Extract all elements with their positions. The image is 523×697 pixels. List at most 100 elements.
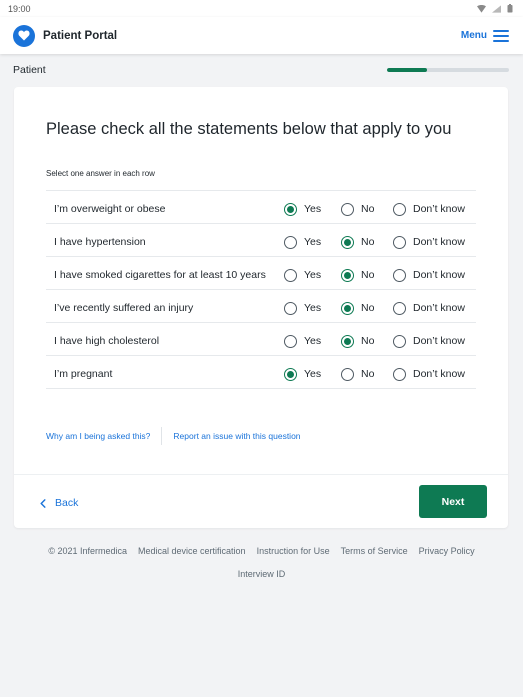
question-row: I’ve recently suffered an injury Yes No Don…: [46, 290, 476, 323]
footer-link[interactable]: Medical device certification: [138, 546, 246, 556]
option-label: Yes: [304, 269, 322, 281]
back-label: Back: [55, 497, 79, 509]
option-yes[interactable]: Yes: [284, 201, 341, 218]
row-options: Yes No Don’t know: [280, 267, 465, 284]
row-label: I’ve recently suffered an injury: [54, 302, 194, 314]
copyright: © 2021 Infermedica: [48, 546, 128, 556]
option-yes[interactable]: Yes: [284, 300, 341, 317]
option-no[interactable]: No: [341, 300, 393, 317]
radio-button[interactable]: [393, 302, 406, 315]
progress-bar: [387, 68, 509, 72]
radio-button[interactable]: [284, 302, 297, 315]
question-row: I have smoked cigarettes for at least 10…: [46, 257, 476, 290]
option-label: No: [361, 236, 375, 248]
option-label: Yes: [304, 302, 322, 314]
option-label: Don’t know: [413, 335, 465, 347]
option-dontknow[interactable]: Don’t know: [393, 333, 465, 350]
option-label: Don’t know: [413, 203, 465, 215]
row-options: Yes No Don’t know: [280, 366, 465, 383]
radio-button[interactable]: [393, 236, 406, 249]
next-button[interactable]: Next: [419, 485, 487, 518]
brand[interactable]: Patient Portal: [13, 24, 118, 47]
option-label: Yes: [304, 236, 322, 248]
row-label: I have hypertension: [54, 236, 146, 248]
footer-link[interactable]: Instruction for Use: [257, 546, 330, 556]
option-label: No: [361, 335, 375, 347]
option-label: Don’t know: [413, 236, 465, 248]
row-label: I have high cholesterol: [54, 335, 160, 347]
radio-button[interactable]: [284, 236, 297, 249]
radio-button[interactable]: [393, 335, 406, 348]
page-footer: © 2021 Infermedica Medical device certif…: [0, 546, 523, 579]
radio-button[interactable]: [284, 335, 297, 348]
option-yes[interactable]: Yes: [284, 333, 341, 350]
radio-button[interactable]: [341, 368, 354, 381]
heart-logo-icon: [13, 24, 35, 47]
row-options: Yes No Don’t know: [280, 201, 465, 218]
app-header: Patient Portal Menu: [0, 17, 523, 54]
wifi-icon: [477, 4, 486, 13]
radio-button[interactable]: [341, 302, 354, 315]
row-options: Yes No Don’t know: [280, 234, 465, 251]
radio-button[interactable]: [284, 203, 297, 216]
option-dontknow[interactable]: Don’t know: [393, 366, 465, 383]
option-yes[interactable]: Yes: [284, 366, 341, 383]
radio-button[interactable]: [393, 203, 406, 216]
option-label: Yes: [304, 368, 322, 380]
option-no[interactable]: No: [341, 366, 393, 383]
option-label: No: [361, 269, 375, 281]
brand-name: Patient Portal: [43, 29, 118, 42]
radio-button[interactable]: [284, 269, 297, 282]
radio-button[interactable]: [284, 368, 297, 381]
row-label: I have smoked cigarettes for at least 10…: [54, 269, 266, 281]
option-label: Yes: [304, 203, 322, 215]
progress-fill: [387, 68, 428, 72]
option-label: Yes: [304, 335, 322, 347]
radio-button[interactable]: [341, 335, 354, 348]
option-dontknow[interactable]: Don’t know: [393, 201, 465, 218]
radio-button[interactable]: [393, 269, 406, 282]
option-no[interactable]: No: [341, 234, 393, 251]
report-issue-link[interactable]: Report an issue with this question: [173, 431, 300, 441]
question-card: Please check all the statements below th…: [14, 87, 508, 528]
radio-button[interactable]: [393, 368, 406, 381]
chevron-left-icon: [40, 498, 46, 508]
option-yes[interactable]: Yes: [284, 267, 341, 284]
menu-button[interactable]: Menu: [460, 29, 509, 42]
question-row: I have hypertension Yes No Don’t know: [46, 224, 476, 257]
back-button[interactable]: Back: [40, 497, 78, 509]
interview-id: Interview ID: [237, 569, 286, 579]
why-asked-link[interactable]: Why am I being asked this?: [46, 431, 150, 441]
answer-table: I’m overweight or obese Yes No Don’t know I …: [46, 190, 476, 389]
footer-link[interactable]: Terms of Service: [341, 546, 408, 556]
option-dontknow[interactable]: Don’t know: [393, 234, 465, 251]
radio-button[interactable]: [341, 203, 354, 216]
radio-button[interactable]: [341, 236, 354, 249]
question-row: I’m overweight or obese Yes No Don’t know: [46, 191, 476, 224]
signal-icon: [492, 4, 501, 13]
menu-label: Menu: [460, 30, 487, 41]
footer-link[interactable]: Privacy Policy: [419, 546, 475, 556]
option-label: Don’t know: [413, 368, 465, 380]
subheader: Patient: [0, 54, 523, 86]
question-hint: Select one answer in each row: [46, 169, 155, 178]
question-row: I have high cholesterol Yes No Don’t know: [46, 323, 476, 356]
status-icons: [477, 4, 513, 13]
option-label: Don’t know: [413, 269, 465, 281]
option-dontknow[interactable]: Don’t know: [393, 300, 465, 317]
option-yes[interactable]: Yes: [284, 234, 341, 251]
card-footer: Back Next: [14, 474, 508, 528]
status-bar: 19:00: [0, 0, 523, 17]
question-row: I’m pregnant Yes No Don’t know: [46, 356, 476, 389]
option-no[interactable]: No: [341, 267, 393, 284]
radio-button[interactable]: [341, 269, 354, 282]
option-label: No: [361, 203, 375, 215]
option-dontknow[interactable]: Don’t know: [393, 267, 465, 284]
option-label: Don’t know: [413, 302, 465, 314]
option-label: No: [361, 302, 375, 314]
option-no[interactable]: No: [341, 333, 393, 350]
row-options: Yes No Don’t know: [280, 300, 465, 317]
footer-links: © 2021 Infermedica Medical device certif…: [0, 546, 523, 556]
hamburger-icon: [493, 29, 509, 42]
option-no[interactable]: No: [341, 201, 393, 218]
